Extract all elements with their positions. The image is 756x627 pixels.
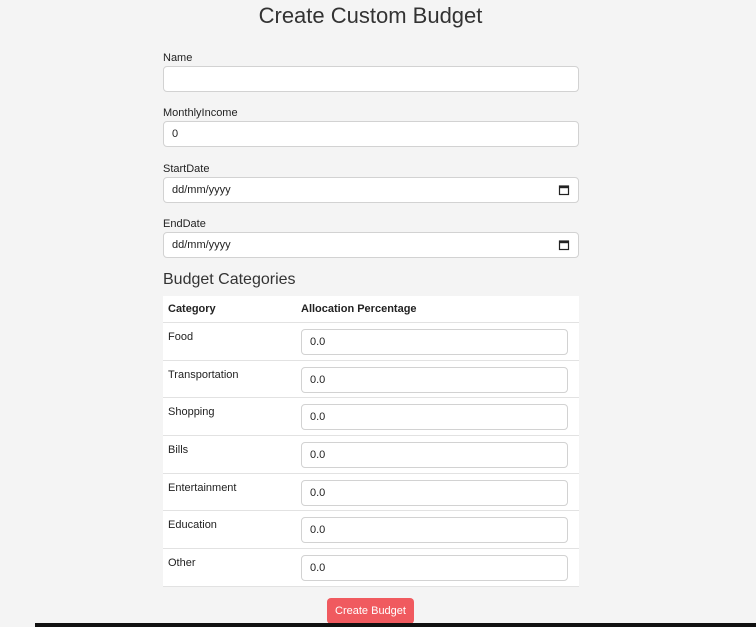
allocation-column-header: Allocation Percentage [301, 303, 417, 315]
monthly-income-field-group: MonthlyIncome 0 [163, 105, 579, 161]
name-field-group: Name [163, 50, 579, 105]
table-header-row: Category Allocation Percentage [163, 296, 579, 323]
allocation-input[interactable]: 0.0 [301, 555, 568, 582]
category-name: Food [168, 331, 194, 343]
budget-form: Name MonthlyIncome 0 StartDate dd/mm/yyy… [163, 50, 579, 271]
monthly-income-value: 0 [172, 128, 179, 140]
table-row: Other 0.0 [163, 549, 579, 587]
name-input[interactable] [163, 66, 579, 92]
category-name: Entertainment [168, 481, 237, 494]
monthly-income-input[interactable]: 0 [163, 121, 579, 147]
create-budget-button[interactable]: Create Budget [327, 598, 414, 624]
allocation-input[interactable]: 0.0 [301, 517, 568, 544]
table-row: Education 0.0 [163, 511, 579, 550]
end-date-placeholder: dd/mm/yyyy [172, 239, 231, 251]
category-name: Transportation [168, 368, 239, 381]
category-column-header: Category [168, 303, 216, 315]
table-row: Entertainment 0.0 [163, 474, 579, 512]
table-row: Bills 0.0 [163, 436, 579, 474]
end-date-field-group: EndDate dd/mm/yyyy [163, 216, 579, 271]
category-name: Education [168, 519, 217, 532]
start-date-label: StartDate [163, 163, 210, 175]
budget-categories-title: Budget Categories [163, 271, 296, 288]
category-name: Bills [168, 444, 189, 457]
end-date-label: EndDate [163, 218, 206, 230]
category-name: Shopping [168, 406, 215, 419]
end-date-input[interactable]: dd/mm/yyyy [163, 232, 579, 258]
start-date-placeholder: dd/mm/yyyy [172, 184, 231, 196]
allocation-input[interactable]: 0.0 [301, 329, 568, 355]
calendar-icon[interactable] [558, 184, 570, 196]
category-name: Other [168, 557, 196, 570]
monthly-income-label: MonthlyIncome [163, 107, 238, 119]
name-label: Name [163, 52, 193, 64]
start-date-field-group: StartDate dd/mm/yyyy [163, 161, 579, 216]
table-row: Transportation 0.0 [163, 361, 579, 399]
budget-categories-table: Category Allocation Percentage Food 0.0 … [163, 296, 579, 587]
bottom-divider [35, 623, 756, 627]
allocation-input[interactable]: 0.0 [301, 366, 568, 393]
start-date-input[interactable]: dd/mm/yyyy [163, 177, 579, 203]
allocation-input[interactable]: 0.0 [301, 479, 568, 506]
table-row: Food 0.0 [163, 323, 579, 361]
table-row: Shopping 0.0 [163, 398, 579, 437]
page-title: Create Custom Budget [258, 3, 483, 28]
allocation-input[interactable]: 0.0 [301, 404, 568, 431]
calendar-icon[interactable] [558, 239, 570, 251]
allocation-input[interactable]: 0.0 [301, 442, 568, 469]
